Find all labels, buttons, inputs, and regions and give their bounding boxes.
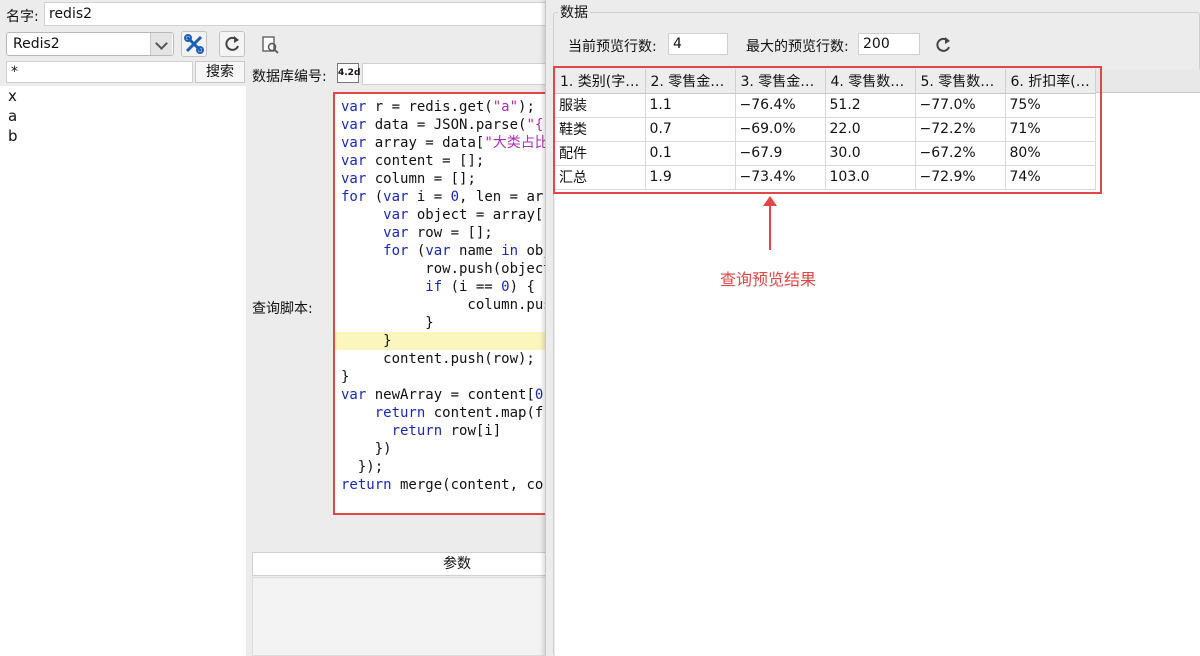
table-cell[interactable]: 22.0 — [825, 117, 916, 142]
table-cell[interactable]: 服装 — [555, 93, 646, 118]
refresh-icon — [936, 37, 950, 52]
table-row[interactable]: 服装 1.1 −76.4% 51.2 −77.0% 75% — [555, 93, 1096, 118]
table-cell[interactable]: −77.0% — [915, 93, 1006, 118]
key-item[interactable]: a — [0, 106, 246, 126]
current-rows-label: 当前预览行数: — [568, 39, 657, 55]
table-cell[interactable]: 103.0 — [825, 165, 916, 190]
table-cell[interactable]: 30.0 — [825, 141, 916, 166]
current-rows-input[interactable]: 4 — [668, 33, 728, 55]
max-rows-label: 最大的预览行数: — [746, 39, 849, 55]
table-cell[interactable]: 74% — [1005, 165, 1096, 190]
table-cell[interactable]: 配件 — [555, 141, 646, 166]
table-cell[interactable]: 1.9 — [645, 165, 736, 190]
table-cell[interactable]: −67.9 — [735, 141, 826, 166]
column-header[interactable]: 6. 折扣率(… — [1005, 69, 1096, 94]
db-number-icon[interactable]: 4.2d — [337, 63, 360, 83]
table-cell[interactable]: −67.2% — [915, 141, 1006, 166]
connection-settings-button[interactable] — [181, 31, 207, 57]
column-header[interactable]: 5. 零售数… — [915, 69, 1006, 94]
data-panel-title: 数据 — [558, 2, 590, 22]
table-cell[interactable]: −72.2% — [915, 117, 1006, 142]
table-cell[interactable]: 汇总 — [555, 165, 646, 190]
table-cell[interactable]: −76.4% — [735, 93, 826, 118]
table-cell[interactable]: 0.7 — [645, 117, 736, 142]
key-list: x a b — [0, 86, 246, 656]
script-editor[interactable]: var r = redis.get("a"); var data = JSON.… — [333, 92, 550, 515]
table-cell[interactable]: 1.1 — [645, 93, 736, 118]
name-input[interactable]: redis2 — [44, 2, 564, 26]
key-item[interactable]: x — [0, 86, 246, 106]
db-number-input[interactable] — [362, 63, 552, 85]
document-search-icon — [262, 36, 279, 54]
refresh-icon — [225, 36, 239, 51]
query-script-label: 查询脚本: — [252, 301, 313, 317]
chevron-down-icon[interactable] — [150, 33, 172, 55]
connection-select[interactable]: Redis2 — [6, 32, 174, 56]
preview-button[interactable] — [260, 35, 280, 55]
column-header[interactable]: 1. 类别(字… — [555, 69, 646, 94]
db-number-label: 数据库编号: — [252, 69, 327, 85]
table-cell[interactable]: −73.4% — [735, 165, 826, 190]
table-cell[interactable]: 51.2 — [825, 93, 916, 118]
reload-preview-button[interactable] — [932, 34, 954, 56]
name-label: 名字: — [6, 9, 39, 25]
table-cell[interactable]: 0.1 — [645, 141, 736, 166]
table-row[interactable]: 配件 0.1 −67.9 30.0 −67.2% 80% — [555, 141, 1096, 166]
annotation-label: 查询预览结果 — [720, 270, 817, 289]
column-header[interactable]: 3. 零售金… — [735, 69, 826, 94]
column-header[interactable]: 2. 零售金… — [645, 69, 736, 94]
table-header-row: 1. 类别(字… 2. 零售金… 3. 零售金… 4. 零售数… 5. 零售数…… — [555, 69, 1096, 94]
column-header[interactable]: 4. 零售数… — [825, 69, 916, 94]
table-cell[interactable]: 80% — [1005, 141, 1096, 166]
key-search-input[interactable]: * — [6, 61, 193, 83]
table-row[interactable]: 鞋类 0.7 −69.0% 22.0 −72.2% 71% — [555, 117, 1096, 142]
max-rows-input[interactable]: 200 — [858, 33, 920, 55]
table-row[interactable]: 汇总 1.9 −73.4% 103.0 −72.9% 74% — [555, 165, 1096, 190]
result-table: 1. 类别(字… 2. 零售金… 3. 零售金… 4. 零售数… 5. 零售数…… — [555, 69, 1096, 190]
search-button[interactable]: 搜索 — [195, 61, 245, 83]
annotation-arrow — [769, 200, 771, 250]
tools-icon — [184, 34, 204, 54]
key-item[interactable]: b — [0, 126, 246, 146]
table-cell[interactable]: −69.0% — [735, 117, 826, 142]
table-cell[interactable]: −72.9% — [915, 165, 1006, 190]
table-cell[interactable]: 鞋类 — [555, 117, 646, 142]
refresh-button[interactable] — [219, 31, 245, 57]
table-cell[interactable]: 75% — [1005, 93, 1096, 118]
table-cell[interactable]: 71% — [1005, 117, 1096, 142]
